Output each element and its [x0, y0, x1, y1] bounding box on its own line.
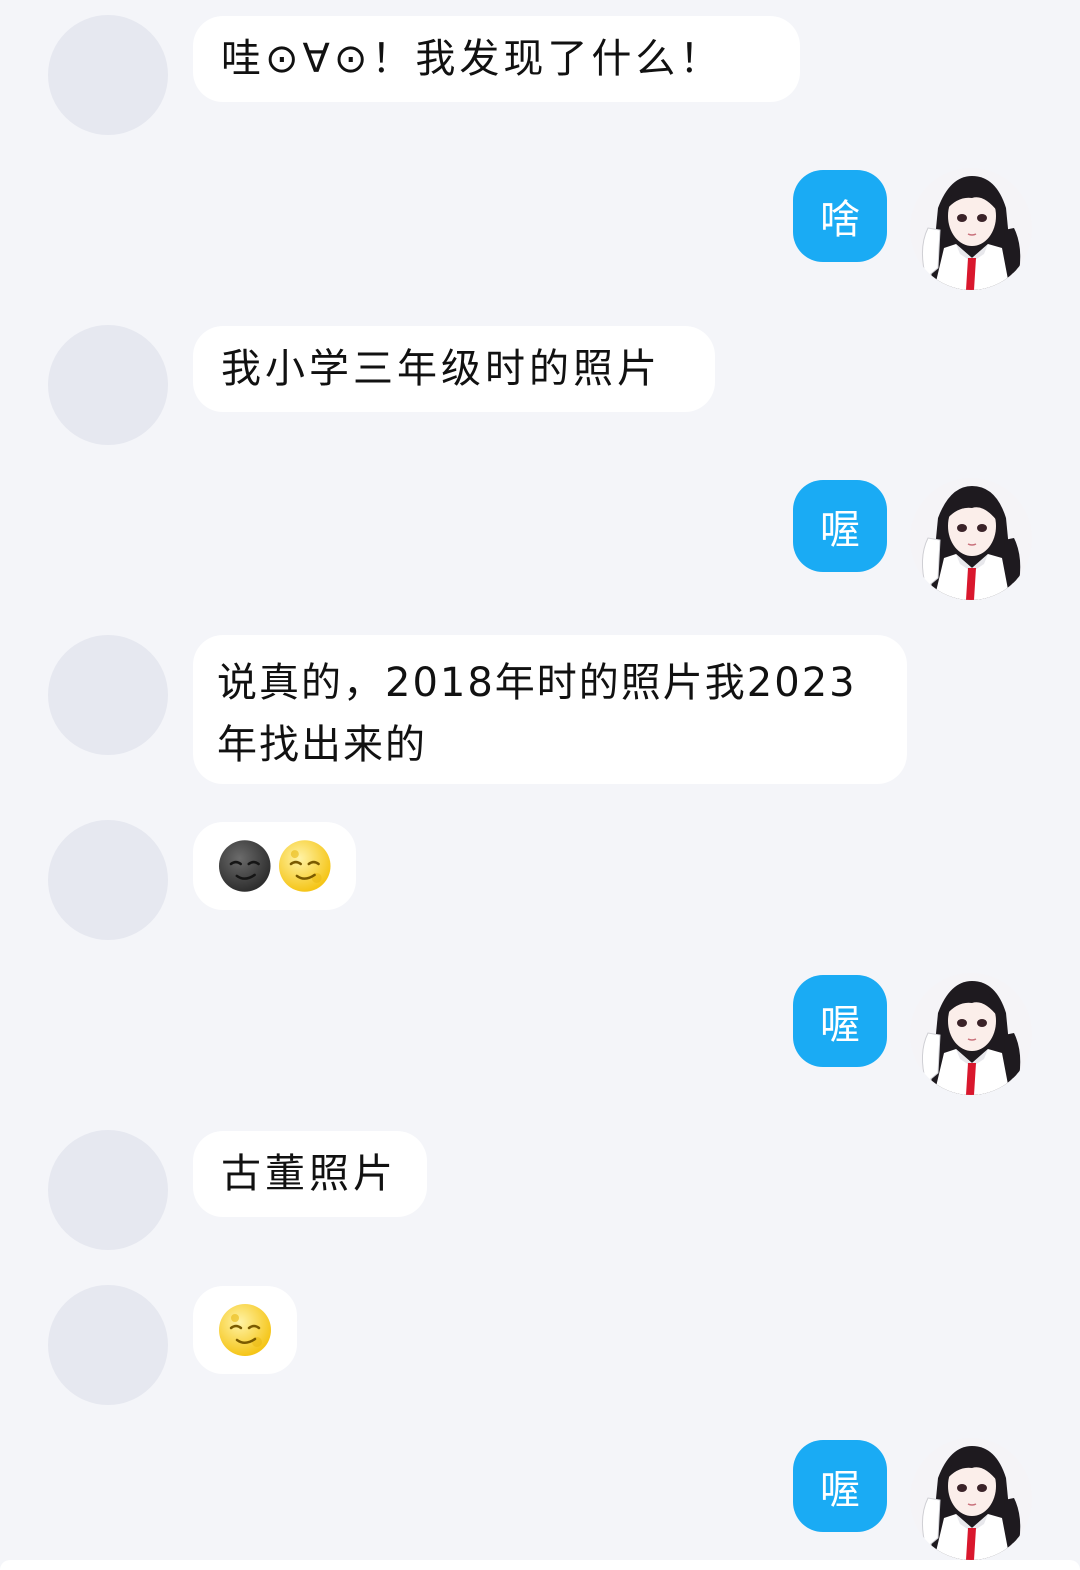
- incoming-message-bubble[interactable]: 哇⊙∀⊙！我发现了什么！: [193, 16, 800, 102]
- anime-girl-avatar-icon: [910, 168, 1032, 290]
- message-text: 说真的，2018年时的照片我2023年找出来的: [217, 660, 857, 768]
- anime-girl-avatar-icon: [910, 1438, 1032, 1560]
- message-text: 喔: [820, 1002, 860, 1048]
- full-moon-face-icon: [219, 1304, 271, 1356]
- message-text: 古董照片: [221, 1151, 397, 1197]
- user-avatar[interactable]: [910, 168, 1032, 290]
- message-text: 哇⊙∀⊙！我发现了什么！: [221, 36, 724, 82]
- incoming-message-bubble[interactable]: 古董照片: [193, 1131, 427, 1217]
- incoming-emoji-bubble[interactable]: [193, 1286, 297, 1374]
- incoming-message-bubble[interactable]: 说真的，2018年时的照片我2023年找出来的: [193, 635, 907, 784]
- new-moon-face-icon: [218, 840, 271, 892]
- contact-avatar[interactable]: [48, 820, 168, 940]
- message-text: 啥: [820, 197, 860, 243]
- message-text: 喔: [820, 1467, 860, 1513]
- user-avatar[interactable]: [910, 478, 1032, 600]
- contact-avatar[interactable]: [48, 15, 168, 135]
- incoming-emoji-bubble[interactable]: [193, 822, 356, 910]
- contact-avatar[interactable]: [48, 1285, 168, 1405]
- outgoing-message-bubble[interactable]: 喔: [793, 975, 887, 1067]
- incoming-message-bubble[interactable]: 我小学三年级时的照片: [193, 326, 715, 412]
- contact-avatar[interactable]: [48, 635, 168, 755]
- anime-girl-avatar-icon: [910, 478, 1032, 600]
- message-text: 我小学三年级时的照片: [221, 346, 661, 392]
- user-avatar[interactable]: [910, 1438, 1032, 1560]
- contact-avatar[interactable]: [48, 325, 168, 445]
- contact-avatar[interactable]: [48, 1130, 168, 1250]
- full-moon-face-icon: [278, 840, 331, 892]
- outgoing-message-bubble[interactable]: 啥: [793, 170, 887, 262]
- message-text: 喔: [820, 507, 860, 553]
- user-avatar[interactable]: [910, 973, 1032, 1095]
- input-bar-edge: [0, 1560, 1080, 1570]
- outgoing-message-bubble[interactable]: 喔: [793, 1440, 887, 1532]
- anime-girl-avatar-icon: [910, 973, 1032, 1095]
- outgoing-message-bubble[interactable]: 喔: [793, 480, 887, 572]
